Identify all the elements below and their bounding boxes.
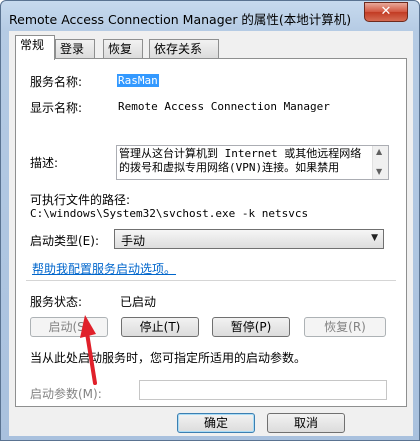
- description-label: 描述:: [30, 156, 59, 170]
- scroll-down-icon[interactable]: ▼: [376, 167, 382, 176]
- service-name-text: RasMan: [117, 74, 159, 87]
- cancel-button[interactable]: 取消: [267, 413, 345, 433]
- close-icon: ✕: [380, 4, 392, 19]
- tab-dependencies[interactable]: 依存关系: [149, 39, 219, 59]
- general-panel: 服务名称: RasMan 显示名称: Remote Access Connect…: [15, 58, 407, 407]
- exe-path-label: 可执行文件的路径:: [30, 193, 131, 207]
- service-status-value: 已启动: [120, 295, 157, 309]
- exe-path-value[interactable]: C:\windows\System32\svchost.exe -k netsv…: [30, 207, 308, 220]
- start-button[interactable]: 启动(S): [30, 317, 108, 337]
- start-params-hint: 当从此处启动服务时，您可指定所适用的启动参数。: [30, 351, 307, 365]
- start-params-label: 启动参数(M):: [30, 387, 102, 401]
- tab-recovery[interactable]: 恢复: [103, 39, 143, 59]
- description-text: 管理从这台计算机到 Internet 或其他远程网络的拨号和虚拟专用网络(VPN…: [119, 147, 362, 174]
- description-scrollbar[interactable]: ▲ ▼: [372, 146, 388, 179]
- service-name-label: 服务名称:: [30, 75, 83, 89]
- tab-general[interactable]: 常规: [15, 35, 55, 60]
- service-name-value[interactable]: RasMan: [117, 74, 159, 87]
- help-startup-link[interactable]: 帮助我配置服务启动选项。: [32, 260, 176, 277]
- properties-dialog: Remote Access Connection Manager 的属性(本地计…: [0, 0, 420, 441]
- close-button[interactable]: ✕: [364, 2, 408, 22]
- service-status-label: 服务状态:: [30, 295, 83, 309]
- divider: [26, 280, 396, 281]
- tab-logon[interactable]: 登录: [55, 39, 95, 59]
- ok-button[interactable]: 确定: [177, 413, 255, 433]
- startup-type-select[interactable]: 手动 ▼: [114, 229, 384, 249]
- chevron-down-icon: ▼: [371, 233, 378, 243]
- title-bar[interactable]: Remote Access Connection Manager 的属性(本地计…: [1, 1, 419, 33]
- resume-button[interactable]: 恢复(R): [304, 317, 386, 337]
- display-name-value[interactable]: Remote Access Connection Manager: [118, 100, 330, 113]
- display-name-label: 显示名称:: [30, 101, 83, 115]
- startup-type-value: 手动: [121, 234, 146, 248]
- window-title: Remote Access Connection Manager 的属性(本地计…: [9, 12, 352, 27]
- description-box[interactable]: 管理从这台计算机到 Internet 或其他远程网络的拨号和虚拟专用网络(VPN…: [116, 145, 389, 180]
- stop-button[interactable]: 停止(T): [121, 317, 199, 337]
- scroll-up-icon[interactable]: ▲: [376, 147, 382, 156]
- pause-button[interactable]: 暂停(P): [212, 317, 290, 337]
- dialog-client: 常规 登录 恢复 依存关系 服务名称: RasMan 显示名称: Remote …: [9, 31, 413, 436]
- start-params-input[interactable]: [139, 380, 387, 400]
- startup-type-label: 启动类型(E):: [30, 234, 99, 248]
